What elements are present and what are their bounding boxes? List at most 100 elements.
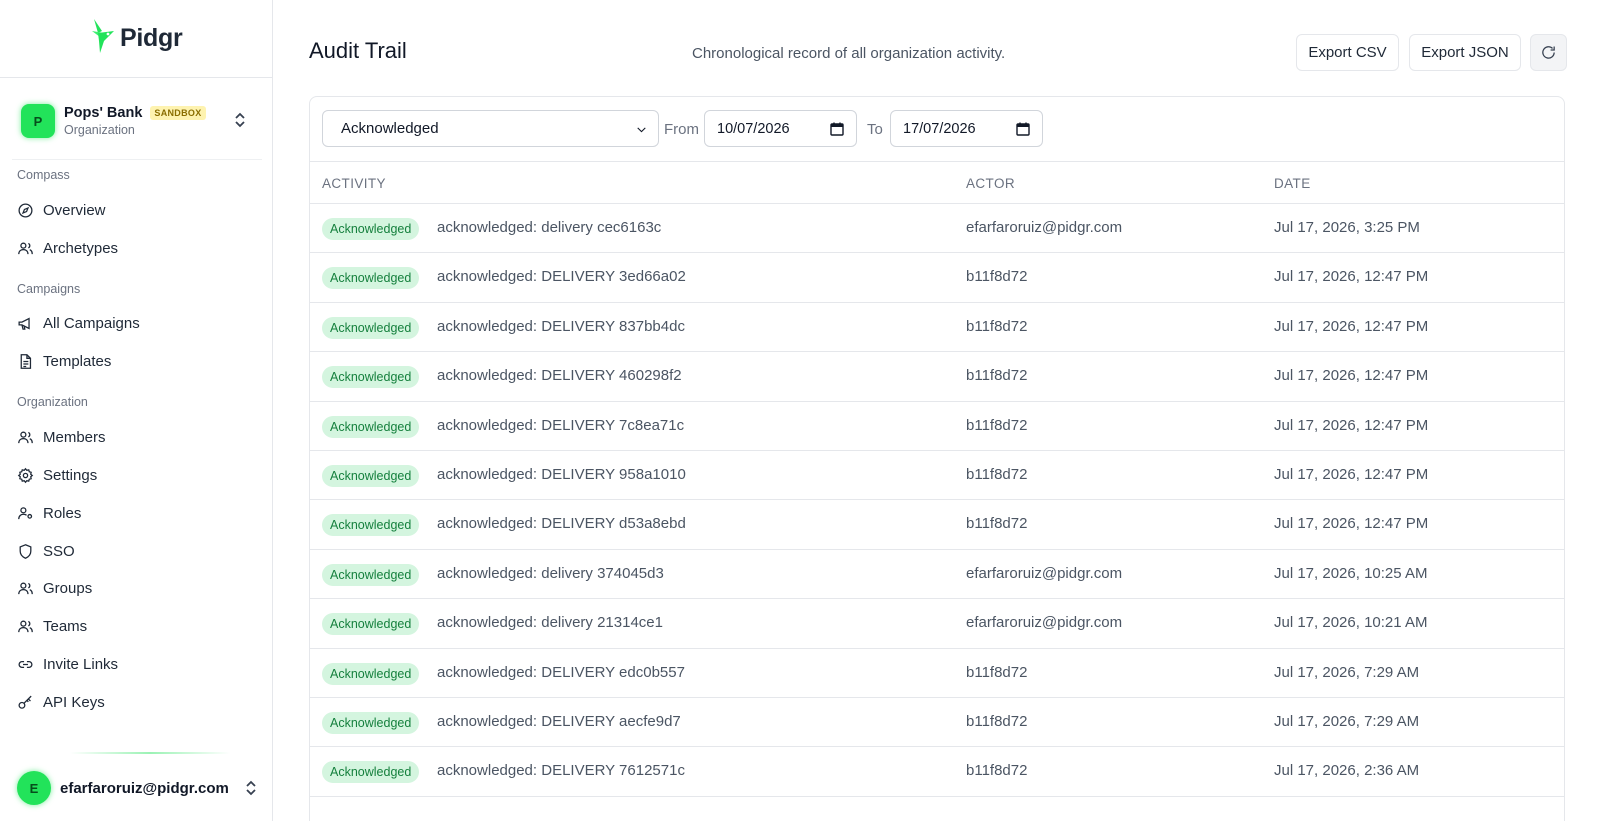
- chevron-updown-icon: [233, 111, 247, 134]
- users-icon: [18, 620, 33, 632]
- table-row[interactable]: Acknowledged acknowledged: DELIVERY 76125…: [310, 747, 1564, 797]
- table-row[interactable]: Acknowledged acknowledged: DELIVERY edc0b…: [310, 649, 1564, 698]
- user-email: efarfaroruiz@pidgr.com: [60, 779, 229, 797]
- table-row[interactable]: Acknowledged acknowledged: DELIVERY 837bb…: [310, 303, 1564, 353]
- refresh-button[interactable]: [1530, 34, 1567, 71]
- avatar: E: [17, 771, 51, 805]
- sidebar-item-label: Teams: [43, 617, 88, 635]
- actor-cell: b11f8d72: [966, 416, 1028, 434]
- activity-cell: acknowledged: DELIVERY 958a1010: [437, 465, 686, 483]
- sidebar-item-roles[interactable]: Roles: [17, 500, 81, 526]
- table-row[interactable]: Acknowledged acknowledged: DELIVERY 46029…: [310, 352, 1564, 402]
- date-cell: Jul 17, 2026, 2:36 AM: [1274, 762, 1420, 780]
- date-cell: Jul 17, 2026, 10:25 AM: [1274, 564, 1428, 582]
- sidebar-item-label: Overview: [43, 201, 106, 219]
- actor-cell: efarfaroruiz@pidgr.com: [966, 614, 1123, 632]
- chevron-down-icon: [637, 127, 646, 133]
- sandbox-badge: SANDBOX: [150, 106, 206, 120]
- actor-cell: b11f8d72: [966, 762, 1028, 780]
- table-row[interactable]: Acknowledged acknowledged: DELIVERY 958a1…: [310, 451, 1564, 501]
- section-label-organization: Organization: [17, 395, 88, 409]
- audit-table-card: Acknowledged From 10/07/2026 To 17/07/20…: [309, 96, 1565, 821]
- activity-cell: acknowledged: DELIVERY 7c8ea71c: [437, 416, 685, 434]
- activity-cell: acknowledged: DELIVERY d53a8ebd: [437, 515, 686, 533]
- sidebar-item-label: Groups: [43, 579, 93, 597]
- actor-cell: b11f8d72: [966, 317, 1028, 335]
- org-avatar: P: [21, 104, 55, 138]
- sidebar-item-label: Templates: [43, 352, 112, 370]
- date-cell: Jul 17, 2026, 7:29 AM: [1274, 712, 1420, 730]
- status-badge: Acknowledged: [322, 366, 420, 389]
- column-header-activity: ACTIVITY: [322, 176, 386, 191]
- chevron-updown-icon: [244, 779, 258, 802]
- status-badge: Acknowledged: [322, 267, 420, 290]
- page-title: Audit Trail: [309, 38, 407, 63]
- activity-cell: acknowledged: DELIVERY 7612571c: [437, 762, 685, 780]
- org-switcher[interactable]: P Pops' Bank SANDBOX Organization: [21, 101, 261, 141]
- status-badge: Acknowledged: [322, 218, 420, 240]
- sidebar-item-invite-links[interactable]: Invite Links: [17, 651, 118, 677]
- activity-cell: acknowledged: delivery cec6163c: [437, 219, 662, 236]
- app-logo[interactable]: Pidgr: [90, 17, 183, 60]
- sidebar-item-teams[interactable]: Teams: [17, 613, 87, 639]
- table-row[interactable]: Acknowledged acknowledged: delivery cec61…: [310, 204, 1564, 254]
- table-row[interactable]: Acknowledged acknowledged: delivery 37404…: [310, 550, 1564, 600]
- export-json-button[interactable]: Export JSON: [1409, 34, 1521, 71]
- date-cell: Jul 17, 2026, 12:47 PM: [1274, 515, 1429, 533]
- from-date-value: 10/07/2026: [717, 120, 790, 137]
- section-label-compass: Compass: [17, 168, 70, 182]
- actor-cell: b11f8d72: [966, 663, 1028, 681]
- sidebar-item-label: Members: [43, 428, 106, 446]
- calendar-icon[interactable]: [830, 122, 844, 136]
- from-date-input[interactable]: 10/07/2026: [704, 110, 857, 147]
- divider: [0, 77, 272, 78]
- table-row[interactable]: Acknowledged acknowledged: DELIVERY d53a8…: [310, 500, 1564, 550]
- event-type-select[interactable]: Acknowledged: [322, 110, 659, 147]
- from-label: From: [664, 121, 699, 138]
- sidebar-item-overview[interactable]: Overview: [17, 197, 106, 223]
- actor-cell: b11f8d72: [966, 465, 1028, 483]
- page-subtitle: Chronological record of all organization…: [692, 45, 1006, 62]
- status-badge: Acknowledged: [322, 316, 420, 339]
- user-menu[interactable]: E efarfaroruiz@pidgr.com: [17, 771, 262, 805]
- file-text-icon: [20, 353, 32, 369]
- divider: [70, 752, 230, 754]
- filter-bar: Acknowledged From 10/07/2026 To 17/07/20…: [310, 97, 1564, 162]
- actor-cell: b11f8d72: [966, 268, 1028, 286]
- table-row[interactable]: Acknowledged acknowledged: DELIVERY aecfe…: [310, 698, 1564, 748]
- sidebar-item-label: All Campaigns: [43, 314, 140, 332]
- date-cell: Jul 17, 2026, 7:29 AM: [1274, 663, 1420, 681]
- gear-icon: [17, 467, 34, 483]
- date-cell: Jul 17, 2026, 12:47 PM: [1274, 367, 1429, 385]
- table-row[interactable]: Acknowledged acknowledged: delivery 21314…: [310, 599, 1564, 649]
- sidebar-item-sso[interactable]: SSO: [17, 538, 75, 564]
- to-label: To: [867, 121, 883, 138]
- sidebar: Pidgr P Pops' Bank SANDBOX Organization …: [0, 0, 273, 821]
- sidebar-item-api-keys[interactable]: API Keys: [17, 689, 105, 715]
- pidgr-logo-icon: [90, 17, 116, 60]
- activity-cell: acknowledged: delivery 21314ce1: [437, 614, 663, 632]
- sidebar-item-label: API Keys: [43, 693, 105, 711]
- sidebar-item-templates[interactable]: Templates: [17, 348, 111, 374]
- sidebar-item-settings[interactable]: Settings: [17, 462, 97, 488]
- to-date-input[interactable]: 17/07/2026: [890, 110, 1043, 147]
- sidebar-item-all-campaigns[interactable]: All Campaigns: [17, 310, 140, 336]
- sidebar-item-archetypes[interactable]: Archetypes: [17, 235, 118, 261]
- section-label-campaigns: Campaigns: [17, 282, 81, 296]
- activity-cell: acknowledged: DELIVERY 3ed66a02: [437, 268, 686, 286]
- export-csv-button[interactable]: Export CSV: [1296, 34, 1399, 71]
- status-badge: Acknowledged: [322, 563, 420, 586]
- to-date-value: 17/07/2026: [903, 120, 976, 137]
- table-row[interactable]: Acknowledged acknowledged: DELIVERY 7c8ea…: [310, 402, 1564, 451]
- status-badge: Acknowledged: [322, 415, 420, 438]
- sidebar-item-groups[interactable]: Groups: [17, 575, 92, 601]
- compass-icon: [18, 202, 33, 218]
- activity-cell: acknowledged: DELIVERY 837bb4dc: [437, 317, 685, 335]
- date-cell: Jul 17, 2026, 12:47 PM: [1274, 416, 1429, 434]
- calendar-icon[interactable]: [1016, 122, 1030, 136]
- sidebar-item-members[interactable]: Members: [17, 424, 106, 450]
- status-badge: Acknowledged: [322, 613, 420, 636]
- users-icon: [18, 582, 33, 594]
- table-row[interactable]: Acknowledged acknowledged: DELIVERY 3ed66…: [310, 253, 1564, 303]
- sidebar-item-label: SSO: [43, 542, 75, 560]
